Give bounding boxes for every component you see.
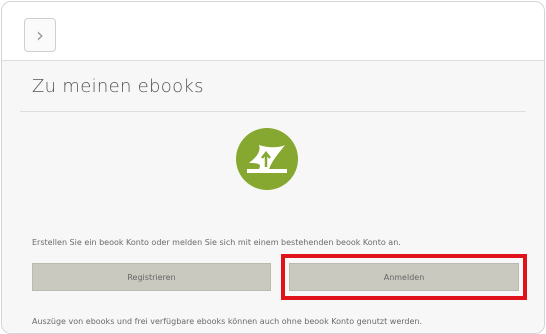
register-button[interactable]: Registrieren bbox=[32, 263, 271, 291]
back-button[interactable]: › bbox=[24, 18, 56, 52]
chevron-right-icon: › bbox=[36, 23, 44, 47]
register-button-label: Registrieren bbox=[127, 272, 176, 282]
page-title: Zu meinen ebooks bbox=[32, 76, 204, 97]
intro-text: Erstellen Sie ein beook Konto oder melde… bbox=[32, 238, 401, 247]
highlight-box bbox=[281, 254, 527, 300]
title-divider bbox=[20, 111, 526, 112]
footer-text: Auszüge von ebooks und frei verfügbare e… bbox=[32, 317, 423, 326]
app-window: › Zu meinen ebooks Erstellen Sie ein beo… bbox=[1, 1, 545, 334]
road-arrow-icon bbox=[236, 128, 298, 190]
top-bar: › bbox=[2, 2, 544, 61]
content-area: Zu meinen ebooks Erstellen Sie ein beook… bbox=[2, 61, 544, 333]
